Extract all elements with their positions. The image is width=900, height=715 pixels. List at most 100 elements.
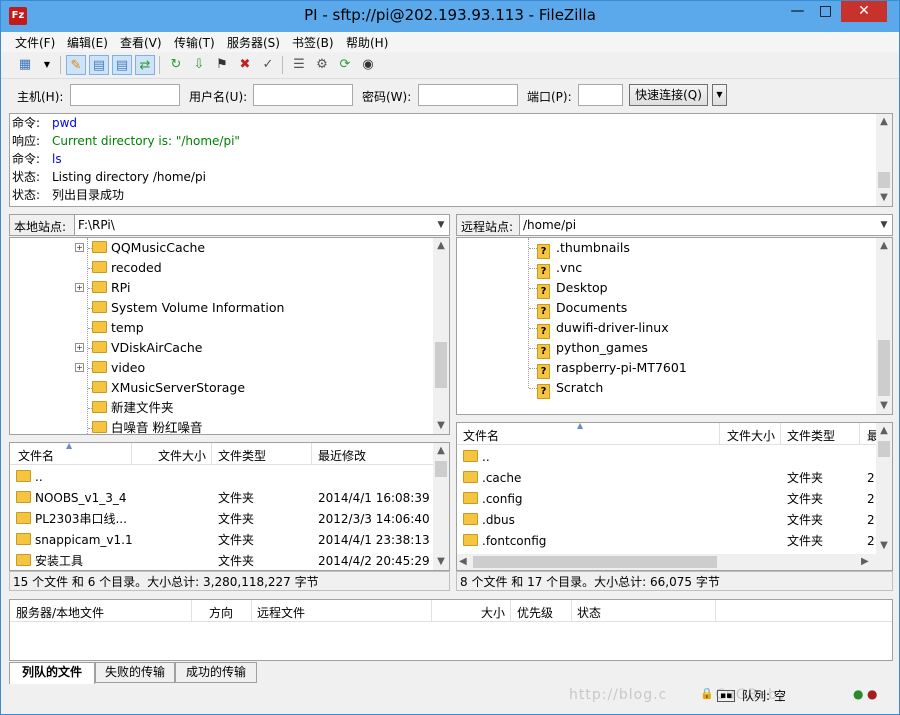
file-row[interactable]: .. [10,467,433,488]
remote-tree-scrollbar[interactable]: ▲ ▼ [876,238,892,414]
col-filename[interactable]: 文件名 [463,427,499,444]
menu-bookmarks[interactable]: 书签(B) [292,34,334,51]
reconnect-icon[interactable]: ✓ [258,55,278,75]
tree-folder[interactable]: temp [92,318,144,338]
col-filesize[interactable]: 文件大小 [727,427,775,444]
local-path-dropdown-icon[interactable]: ▼ [433,215,449,235]
menu-transfer[interactable]: 传输(T) [174,34,215,51]
tree-folder[interactable]: 新建文件夹 [92,398,174,418]
col-server-local-file[interactable]: 服务器/本地文件 [16,604,104,621]
directory-listing-filters-icon[interactable]: ☰ [289,55,309,75]
file-row[interactable]: .config 文件夹 2 [457,489,876,510]
tree-folder[interactable]: VDiskAirCache [92,338,202,358]
file-row[interactable]: NOOBS_v1_3_4 文件夹 2014/4/1 16:08:39 [10,488,433,509]
expand-toggle-icon[interactable]: + [75,363,84,372]
col-remote-file[interactable]: 远程文件 [257,604,305,621]
file-row[interactable]: .. [457,447,876,468]
cancel-operation-icon[interactable]: ⚑ [212,55,232,75]
synchronized-browsing-icon[interactable]: ⟳ [335,55,355,75]
port-input[interactable] [578,84,623,106]
folder-icon [92,261,107,273]
remote-tree-toggle-icon[interactable]: ▤ [112,55,132,75]
tree-folder[interactable]: ? duwifi-driver-linux [537,318,669,339]
search-remote-files-icon[interactable]: ◉ [358,55,378,75]
col-direction[interactable]: 方向 [209,604,233,621]
file-name: .. [482,450,490,464]
file-row[interactable]: snappicam_v1.1 文件夹 2014/4/1 23:38:13 [10,530,433,551]
menu-edit[interactable]: 编辑(E) [67,34,108,51]
tab-queued-files[interactable]: 列队的文件 [9,662,95,684]
folder-icon [92,341,107,353]
directory-comparison-icon[interactable]: ⚙ [312,55,332,75]
tree-folder[interactable]: ? .vnc [537,258,582,279]
process-queue-icon[interactable]: ⇩ [189,55,209,75]
remote-path-dropdown-icon[interactable]: ▼ [876,215,892,235]
tree-folder[interactable]: video [92,358,145,378]
menu-view[interactable]: 查看(V) [120,34,162,51]
tree-folder[interactable]: ? .thumbnails [537,238,630,259]
transfer-queue-toggle-icon[interactable]: ⇄ [135,55,155,75]
password-input[interactable] [418,84,518,106]
col-status[interactable]: 状态 [577,604,601,621]
folder-icon [463,450,478,462]
col-priority[interactable]: 优先级 [517,604,553,621]
file-modified: 2014/4/1 23:38:13 [318,533,430,547]
menu-file[interactable]: 文件(F) [15,34,55,51]
col-modified[interactable]: 最近修改 [318,447,366,464]
tree-folder[interactable]: ? raspberry-pi-MT7601 [537,358,687,379]
local-path-input[interactable]: F:\RPi\ [74,215,449,235]
local-list-scrollbar[interactable]: ▲ ▼ [433,443,449,570]
log-line: 状态: 列出目录成功 [12,188,125,202]
tree-folder[interactable]: recoded [92,258,162,278]
local-tree-scrollbar[interactable]: ▲ ▼ [433,238,449,434]
log-scrollbar[interactable]: ▲ ▼ [876,114,892,206]
message-log-toggle-icon[interactable]: ✎ [66,55,86,75]
tab-failed-transfers[interactable]: 失败的传输 [95,662,175,683]
menu-help[interactable]: 帮助(H) [346,34,388,51]
expand-toggle-icon[interactable]: + [75,283,84,292]
tree-folder[interactable]: QQMusicCache [92,238,205,258]
remote-list-scrollbar[interactable]: ▲ ▼ [876,423,892,554]
file-row[interactable]: .fontconfig 文件夹 2 [457,531,876,552]
expand-toggle-icon[interactable]: + [75,343,84,352]
host-label: 主机(H): [17,90,64,104]
tree-folder[interactable]: ? python_games [537,338,648,359]
col-filetype[interactable]: 文件类型 [218,447,266,464]
quickconnect-button[interactable]: 快速连接(Q) [629,84,708,106]
file-modified: 2012/3/3 14:06:40 [318,512,430,526]
remote-path-input[interactable]: /home/pi [519,215,892,235]
minimize-button[interactable]: — [784,1,811,22]
menu-bar: 文件(F) 编辑(E) 查看(V) 传输(T) 服务器(S) 书签(B) 帮助(… [1,32,899,52]
tree-folder[interactable]: XMusicServerStorage [92,378,245,398]
tab-successful-transfers[interactable]: 成功的传输 [175,662,257,683]
tree-folder[interactable]: 白噪音 粉红噪音 [92,418,202,434]
tree-folder[interactable]: System Volume Information [92,298,284,318]
col-filesize[interactable]: 文件大小 [158,447,206,464]
disconnect-icon[interactable]: ✖ [235,55,255,75]
col-filetype[interactable]: 文件类型 [787,427,835,444]
quickconnect-dropdown-icon[interactable]: ▼ [712,84,727,106]
tree-folder[interactable]: RPi [92,278,130,298]
maximize-button[interactable]: □ [812,1,839,22]
tree-folder[interactable]: ? Desktop [537,278,608,299]
expand-toggle-icon[interactable]: + [75,243,84,252]
file-name: 安装工具 [35,554,84,568]
close-button[interactable]: ✕ [841,1,887,22]
host-input[interactable] [70,84,180,106]
file-row[interactable]: .dbus 文件夹 2 [457,510,876,531]
tree-folder[interactable]: ? Scratch [537,378,603,399]
site-manager-icon[interactable]: ▦ [15,55,35,75]
menu-server[interactable]: 服务器(S) [227,34,280,51]
col-size[interactable]: 大小 [481,604,505,621]
file-row[interactable]: .cache 文件夹 2 [457,468,876,489]
message-log: 命令: pwd 响应: Current directory is: "/home/p… [9,113,893,207]
remote-list-hscrollbar[interactable]: ◀ ▶ [457,554,892,570]
col-filename[interactable]: 文件名 [18,447,54,464]
username-input[interactable] [253,84,353,106]
file-row[interactable]: PL2303串口线... 文件夹 2012/3/3 14:06:40 [10,509,433,530]
refresh-icon[interactable]: ↻ [166,55,186,75]
tree-folder[interactable]: ? Documents [537,298,627,319]
file-row[interactable]: 安装工具 文件夹 2014/4/2 20:45:29 [10,551,433,570]
local-tree-toggle-icon[interactable]: ▤ [89,55,109,75]
site-manager-dropdown-icon[interactable]: ▼ [37,55,57,75]
